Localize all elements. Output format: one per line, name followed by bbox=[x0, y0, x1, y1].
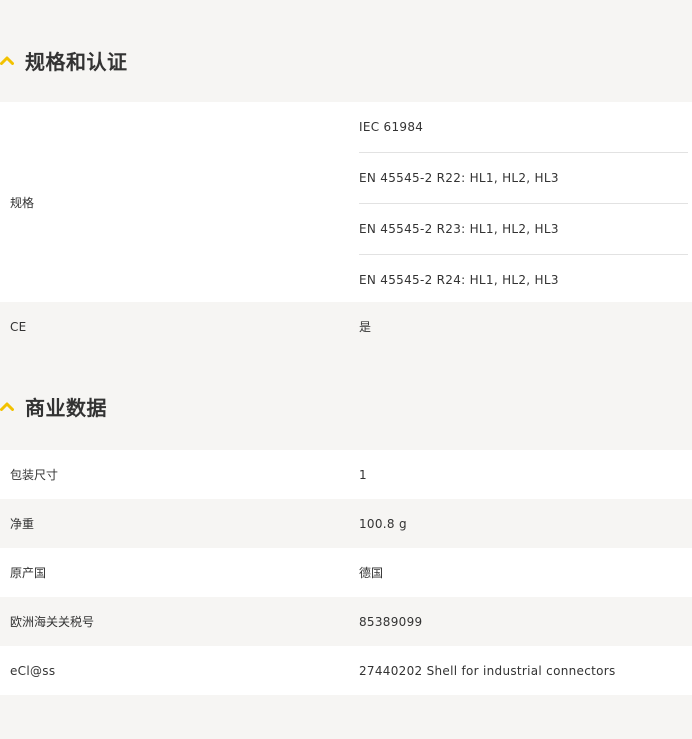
table-row: 原产国 德国 bbox=[0, 548, 692, 597]
table-row-ce: CE 是 bbox=[0, 302, 692, 351]
spec-item: EN 45545-2 R23: HL1, HL2, HL3 bbox=[359, 204, 688, 255]
table-row: 包装尺寸 1 bbox=[0, 450, 692, 499]
table-row: 净重 100.8 g bbox=[0, 499, 692, 548]
section-header-commercial[interactable]: 商业数据 bbox=[0, 381, 692, 431]
table-row: eCl@ss 27440202 Shell for industrial con… bbox=[0, 646, 692, 695]
row-value: 1 bbox=[359, 467, 367, 482]
spec-item: EN 45545-2 R22: HL1, HL2, HL3 bbox=[359, 153, 688, 204]
row-label: eCl@ss bbox=[10, 663, 56, 678]
row-label: 原产国 bbox=[10, 566, 47, 580]
row-label: 规格 bbox=[10, 195, 35, 210]
chevron-up-icon[interactable] bbox=[0, 399, 14, 413]
row-value: 85389099 bbox=[359, 614, 423, 629]
row-value: 27440202 Shell for industrial connectors bbox=[359, 663, 616, 678]
spec-item: IEC 61984 bbox=[359, 102, 688, 153]
section-title: 商业数据 bbox=[25, 395, 107, 420]
row-label: CE bbox=[10, 319, 27, 334]
row-label: 包装尺寸 bbox=[10, 468, 59, 482]
row-value: 100.8 g bbox=[359, 516, 407, 531]
row-label: 净重 bbox=[10, 517, 35, 531]
section-header-specs[interactable]: 规格和认证 bbox=[0, 35, 692, 85]
row-value: 是 bbox=[359, 320, 372, 334]
top-spacer bbox=[0, 0, 692, 35]
spec-item: EN 45545-2 R24: HL1, HL2, HL3 bbox=[359, 272, 559, 287]
row-value: 德国 bbox=[359, 566, 384, 580]
table-row-specs: 规格 IEC 61984 EN 45545-2 R22: HL1, HL2, H… bbox=[0, 102, 692, 302]
chevron-up-icon[interactable] bbox=[0, 53, 14, 67]
table-row: 欧洲海关关税号 85389099 bbox=[0, 597, 692, 646]
row-value-list: IEC 61984 EN 45545-2 R22: HL1, HL2, HL3 … bbox=[359, 102, 692, 302]
section-title: 规格和认证 bbox=[25, 49, 128, 74]
row-label: 欧洲海关关税号 bbox=[10, 615, 95, 629]
